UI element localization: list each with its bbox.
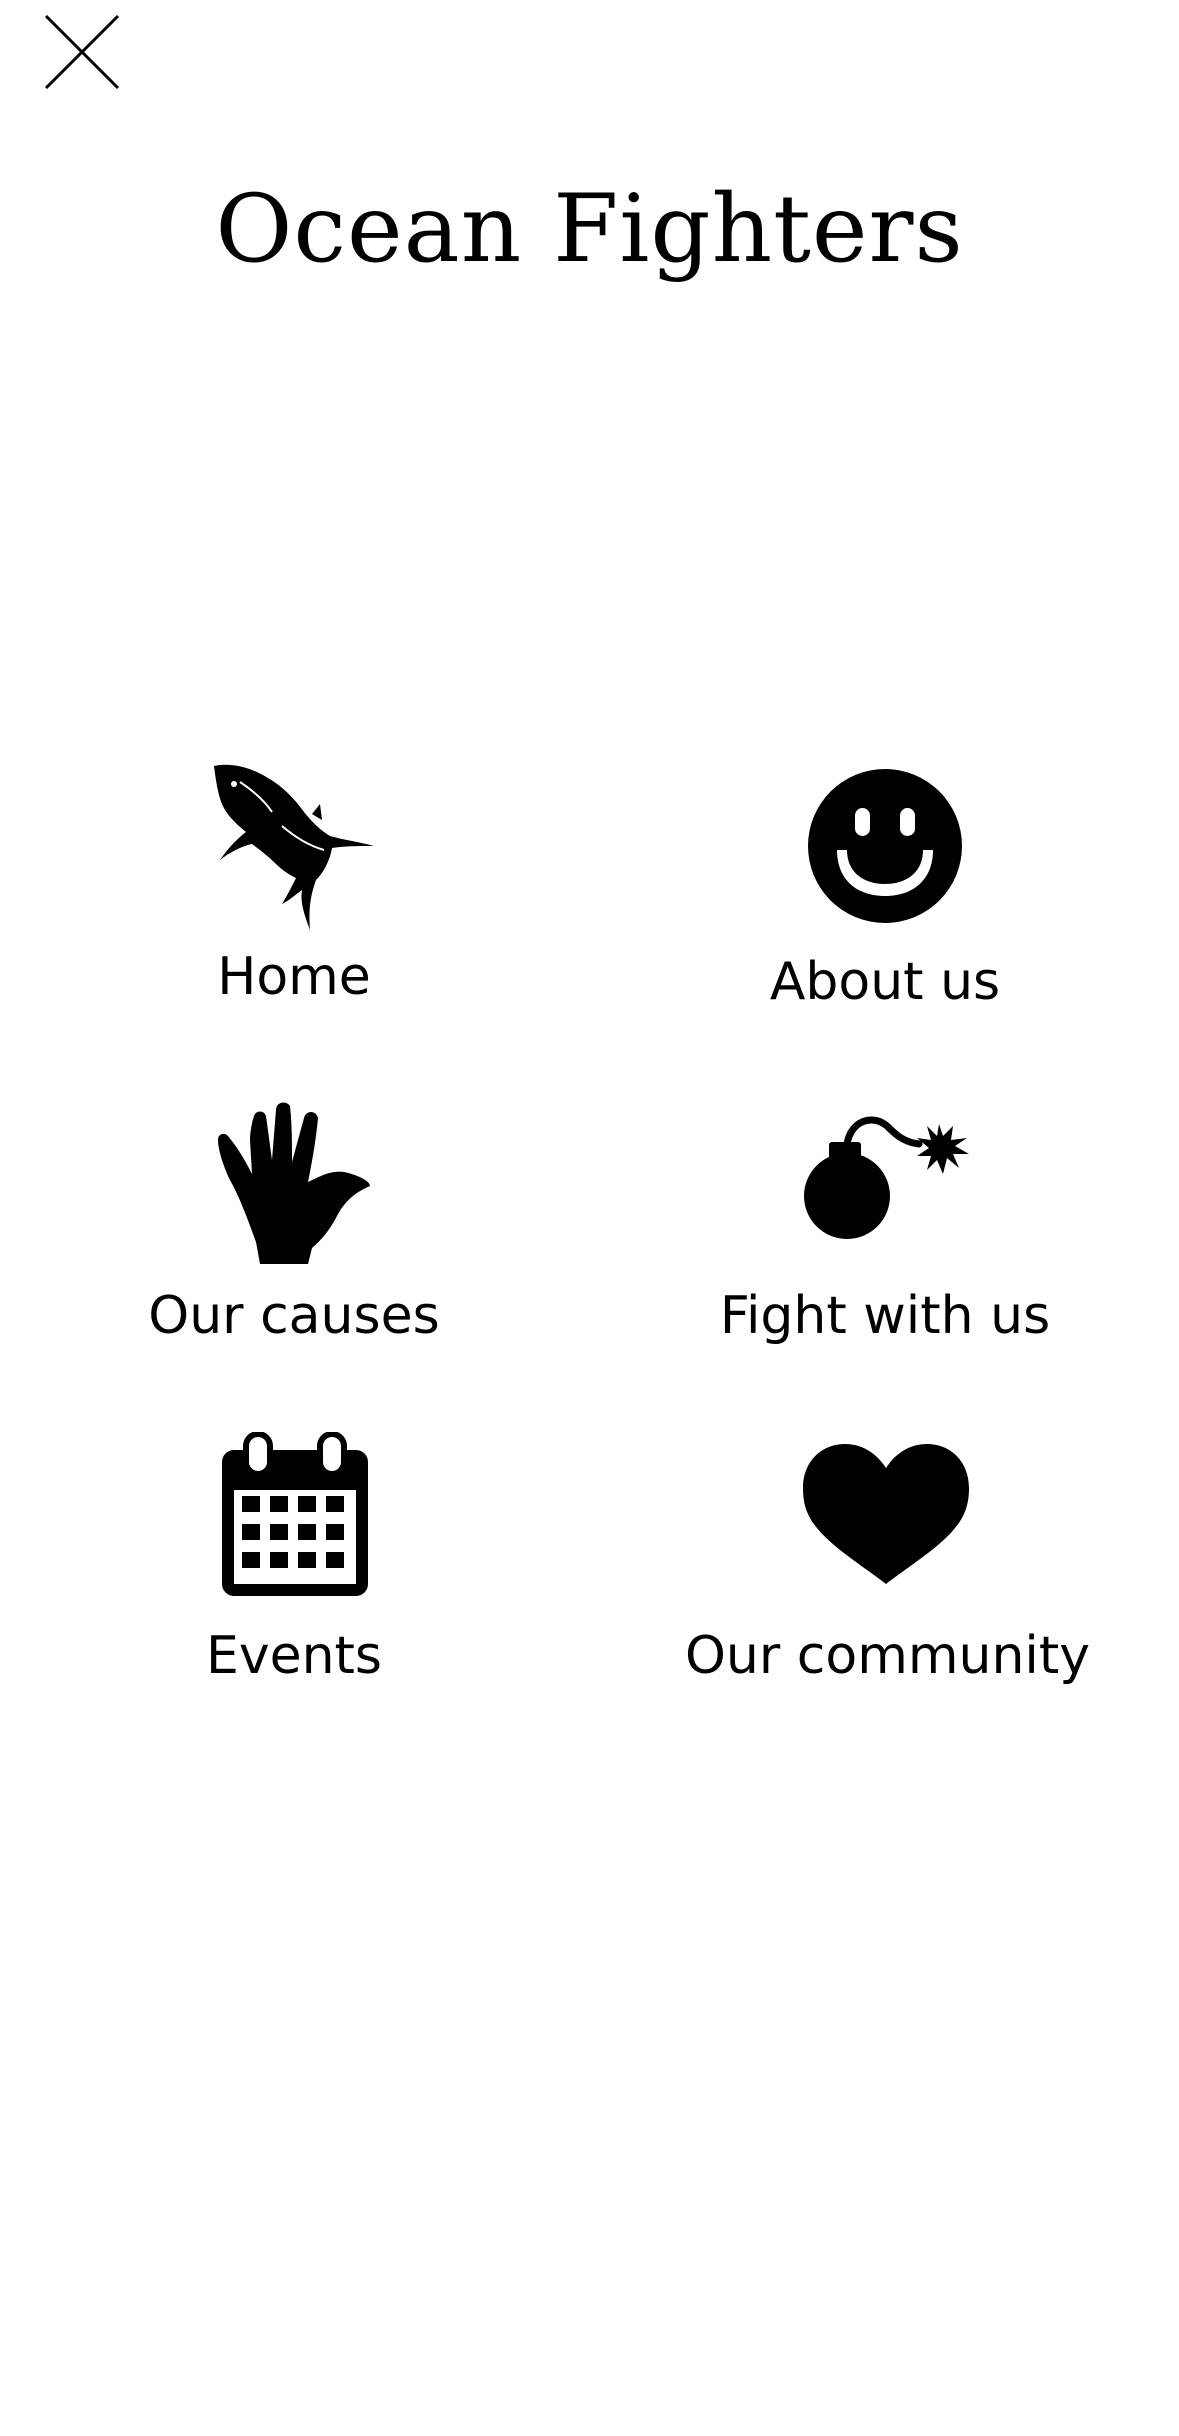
close-icon[interactable] xyxy=(42,12,122,92)
heart-icon xyxy=(803,1442,969,1584)
menu-item-fight-with-us[interactable]: Fight with us xyxy=(685,1080,1085,1360)
calendar-icon xyxy=(220,1432,370,1598)
menu-item-label: Home xyxy=(217,947,371,1007)
menu-item-label: Events xyxy=(205,1626,383,1686)
menu-item-label: Our causes xyxy=(148,1286,440,1346)
menu-item-label: Fight with us xyxy=(719,1286,1051,1346)
menu-item-label: Our community xyxy=(685,1626,1091,1686)
menu-item-our-community[interactable]: Our community xyxy=(685,1420,1091,1700)
close-button[interactable] xyxy=(42,12,122,92)
menu-item-label: About us xyxy=(769,952,1001,1012)
menu-item-our-causes[interactable]: Our causes xyxy=(94,1080,494,1360)
menu-item-events[interactable]: Events xyxy=(94,1420,494,1700)
menu-item-home[interactable]: Home xyxy=(94,740,494,1040)
smiley-icon xyxy=(807,768,963,924)
hand-icon xyxy=(216,1100,372,1264)
shark-icon xyxy=(212,764,376,932)
menu-item-about-us[interactable]: About us xyxy=(685,740,1085,1040)
page-title: Ocean Fighters xyxy=(215,175,964,284)
bomb-icon xyxy=(803,1116,969,1240)
